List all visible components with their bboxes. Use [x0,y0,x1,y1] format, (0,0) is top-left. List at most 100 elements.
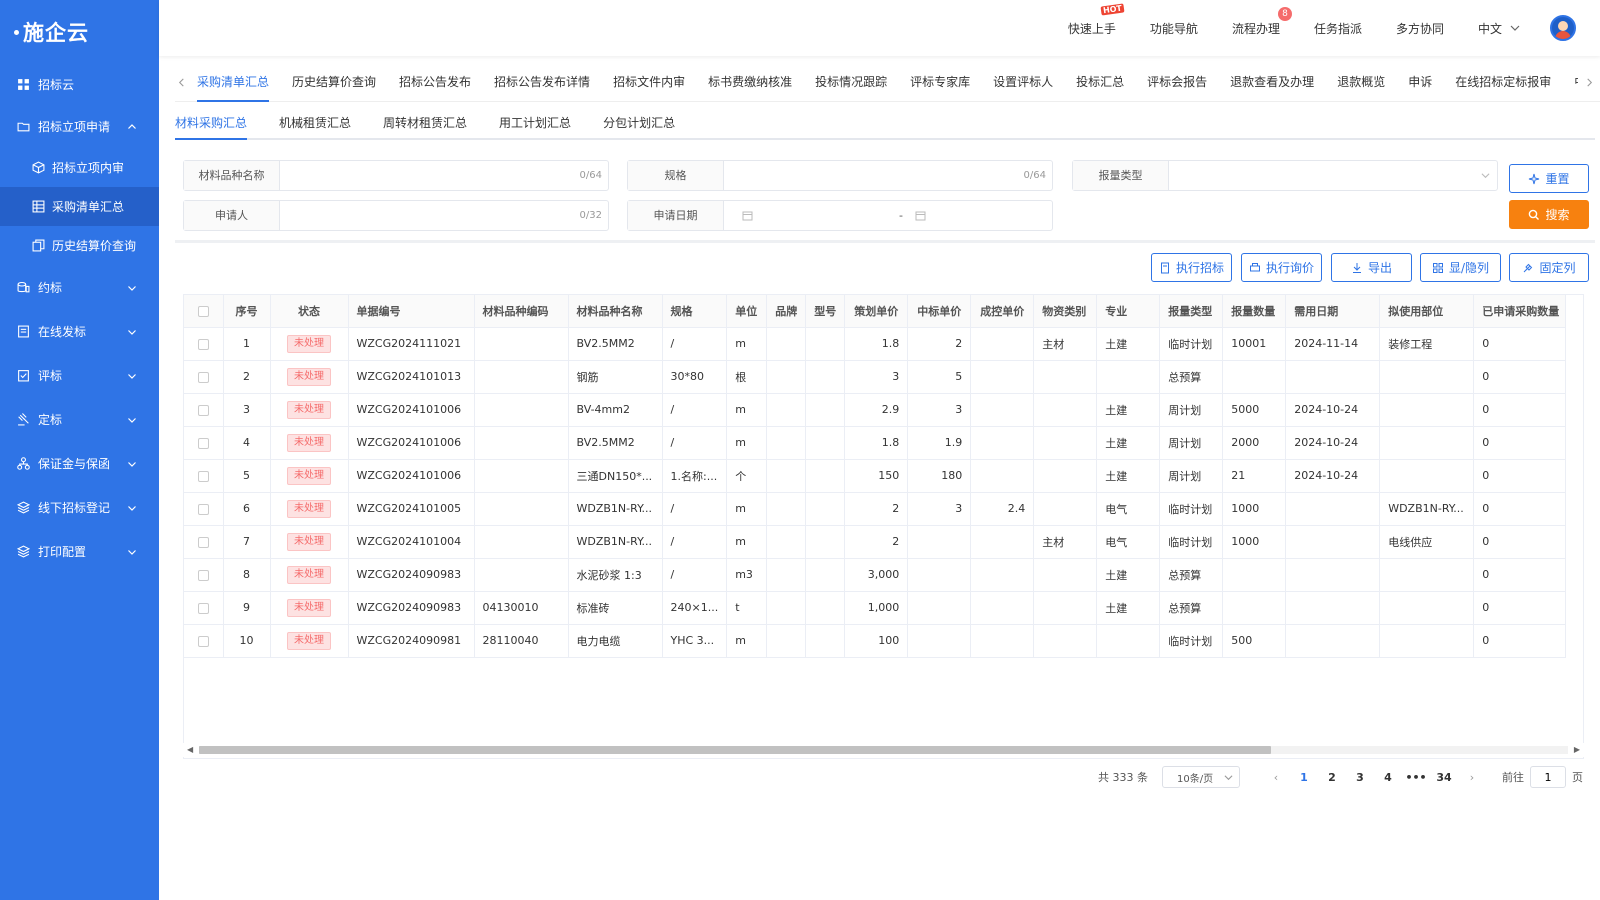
row-checkbox[interactable] [197,602,209,614]
date-range-picker[interactable]: - [724,201,1052,230]
sidebar-item-1[interactable]: 招标立项申请 [0,104,159,148]
select-all-checkbox-cell[interactable] [184,295,224,328]
scroll-left-icon[interactable]: ◀ [187,745,193,754]
chevron-down-icon[interactable] [1473,161,1497,190]
sidebar-subitem-1-0[interactable]: 招标立项内审 [0,148,159,187]
row-checkbox[interactable] [197,404,209,416]
table-row[interactable]: 3 未处理 WZCG2024101006 BV-4mm2/m 2.9 3 土建 周计划 5000… [184,393,1567,427]
fixed-columns-button[interactable]: 固定列 [1509,253,1589,282]
calendar-icon[interactable] [742,210,753,221]
row-checkbox[interactable] [197,536,209,548]
sidebar-item-4[interactable]: 评标 [0,353,159,397]
row-checkbox-cell[interactable] [184,393,224,427]
table-row[interactable]: 6 未处理 WZCG2024101005 WDZB1N-RY... / m 2 3 2.4 电气临… [184,492,1567,526]
language-select[interactable]: 中文 [1478,20,1520,37]
page-number[interactable]: 1 [1290,771,1318,784]
sidebar-item-5[interactable]: 定标 [0,397,159,441]
sidebar-subitem-1-2[interactable]: 历史结算价查询 [0,226,159,265]
sidebar-item-7[interactable]: 线下招标登记 [0,485,159,529]
table-row[interactable]: 4 未处理 WZCG2024101006 BV2.5MM2/m 1.8 1.9 土建 周计划 2… [184,426,1567,460]
user-avatar[interactable] [1550,15,1576,41]
sidebar-item-0[interactable]: 招标云 [0,64,159,104]
sidebar-item-6[interactable]: 保证金与保函 [0,441,159,485]
horizontal-scrollbar[interactable]: ◀ ▶ [183,743,1584,757]
row-checkbox-cell[interactable] [184,327,224,361]
table-row[interactable]: 1 未处理 WZCG2024111021 BV2.5MM2/m 1.8 2 主材 土建 临时计划… [184,327,1567,361]
toggle-columns-button[interactable]: 显/隐列 [1420,253,1501,282]
spec-input[interactable] [724,161,1024,190]
header-nav-quickstart[interactable]: 快速上手 HOT [1068,2,1125,37]
sidebar-item-2[interactable]: 约标 [0,265,159,309]
module-tab-2[interactable]: 招标公告发布 [399,64,471,102]
select-all-checkbox[interactable] [197,305,209,317]
module-tab-10[interactable]: 评标会报告 [1147,64,1207,102]
execute-inquiry-button[interactable]: 执行询价 [1241,253,1322,282]
row-checkbox[interactable] [197,569,209,581]
sidebar-item-8[interactable]: 打印配置 [0,529,159,573]
row-checkbox-cell[interactable] [184,591,224,625]
module-tab-14[interactable]: 在线招标定标报审 [1455,64,1551,102]
header-nav-function-guide[interactable]: 功能导航 [1150,20,1198,37]
sub-tab-0[interactable]: 材料采购汇总 [175,110,248,140]
sidebar-subitem-1-1[interactable]: 采购清单汇总 [0,187,159,226]
module-tab-12[interactable]: 退款概览 [1337,64,1385,102]
next-page-button[interactable]: › [1458,771,1486,784]
row-checkbox[interactable] [197,635,209,647]
row-checkbox-cell[interactable] [184,525,224,559]
row-checkbox[interactable] [197,371,209,383]
table-row[interactable]: 9 未处理 WZCG2024090983 04130010 标准砖 240×1... t 1,… [184,591,1567,625]
row-checkbox-cell[interactable] [184,459,224,493]
page-number[interactable]: 3 [1346,771,1374,784]
row-checkbox[interactable] [197,338,209,350]
calendar-icon[interactable] [915,210,926,221]
row-checkbox[interactable] [197,437,209,449]
sub-tab-2[interactable]: 周转材租赁汇总 [383,110,467,140]
sub-tab-1[interactable]: 机械租赁汇总 [279,110,351,140]
report-type-select[interactable] [1169,161,1473,190]
module-tab-4[interactable]: 招标文件内审 [613,64,685,102]
module-tab-0[interactable]: 采购清单汇总 [197,64,270,102]
chevron-right-icon[interactable] [1578,78,1600,87]
header-nav-process[interactable]: 流程办理 8 [1232,6,1292,37]
reset-button[interactable]: 重置 [1509,164,1589,193]
table-row[interactable]: 8 未处理 WZCG2024090983 水泥砂浆 1:3/m3 3,000 土建 总预算 0 [184,558,1567,592]
row-checkbox[interactable] [197,503,209,515]
row-checkbox[interactable] [197,470,209,482]
page-number[interactable]: ••• [1402,771,1430,784]
logo[interactable]: 施企云 [0,0,159,64]
material-name-input[interactable] [280,161,580,190]
scroll-thumb[interactable] [199,746,1271,754]
module-tab-5[interactable]: 标书费缴纳核准 [708,64,792,102]
module-tab-8[interactable]: 设置评标人 [993,64,1053,102]
table-row[interactable]: 2 未处理 WZCG2024101013 钢筋 30*80 根 3 5 总预算 0 [184,360,1567,394]
search-button[interactable]: 搜索 [1509,200,1589,229]
chevron-left-icon[interactable] [175,77,187,89]
module-tab-11[interactable]: 退款查看及办理 [1230,64,1314,102]
row-checkbox-cell[interactable] [184,558,224,592]
row-checkbox-cell[interactable] [184,360,224,394]
scroll-right-icon[interactable]: ▶ [1574,745,1580,754]
table-row[interactable]: 10 未处理 WZCG2024090981 28110040 电力电缆 YHC 3... m… [184,624,1567,658]
row-checkbox-cell[interactable] [184,426,224,460]
module-tab-13[interactable]: 申诉 [1408,64,1432,102]
module-tab-9[interactable]: 投标汇总 [1076,64,1124,102]
row-checkbox-cell[interactable] [184,492,224,526]
sub-tab-4[interactable]: 分包计划汇总 [603,110,675,140]
row-checkbox-cell[interactable] [184,624,224,658]
export-button[interactable]: 导出 [1331,253,1412,282]
header-nav-task-assign[interactable]: 任务指派 [1314,20,1362,37]
header-nav-collaboration[interactable]: 多方协同 [1396,20,1444,37]
page-number[interactable]: 2 [1318,771,1346,784]
applicant-input[interactable] [280,201,580,230]
page-number[interactable]: 34 [1430,771,1458,784]
table-row[interactable]: 5 未处理 WZCG2024101006 三通DN150*... 1.名称:... 个 15… [184,459,1567,493]
sidebar-item-3[interactable]: 在线发标 [0,309,159,353]
page-number[interactable]: 4 [1374,771,1402,784]
page-size-select[interactable]: 10条/页 [1162,766,1240,788]
prev-page-button[interactable]: ‹ [1262,771,1290,784]
module-tab-3[interactable]: 招标公告发布详情 [494,64,590,102]
module-tab-6[interactable]: 投标情况跟踪 [815,64,887,102]
goto-page-input[interactable] [1530,766,1566,788]
module-tab-1[interactable]: 历史结算价查询 [292,64,376,102]
table-row[interactable]: 7 未处理 WZCG2024101004 WDZB1N-RY... / m 2 主材 电气 临时计… [184,525,1567,559]
